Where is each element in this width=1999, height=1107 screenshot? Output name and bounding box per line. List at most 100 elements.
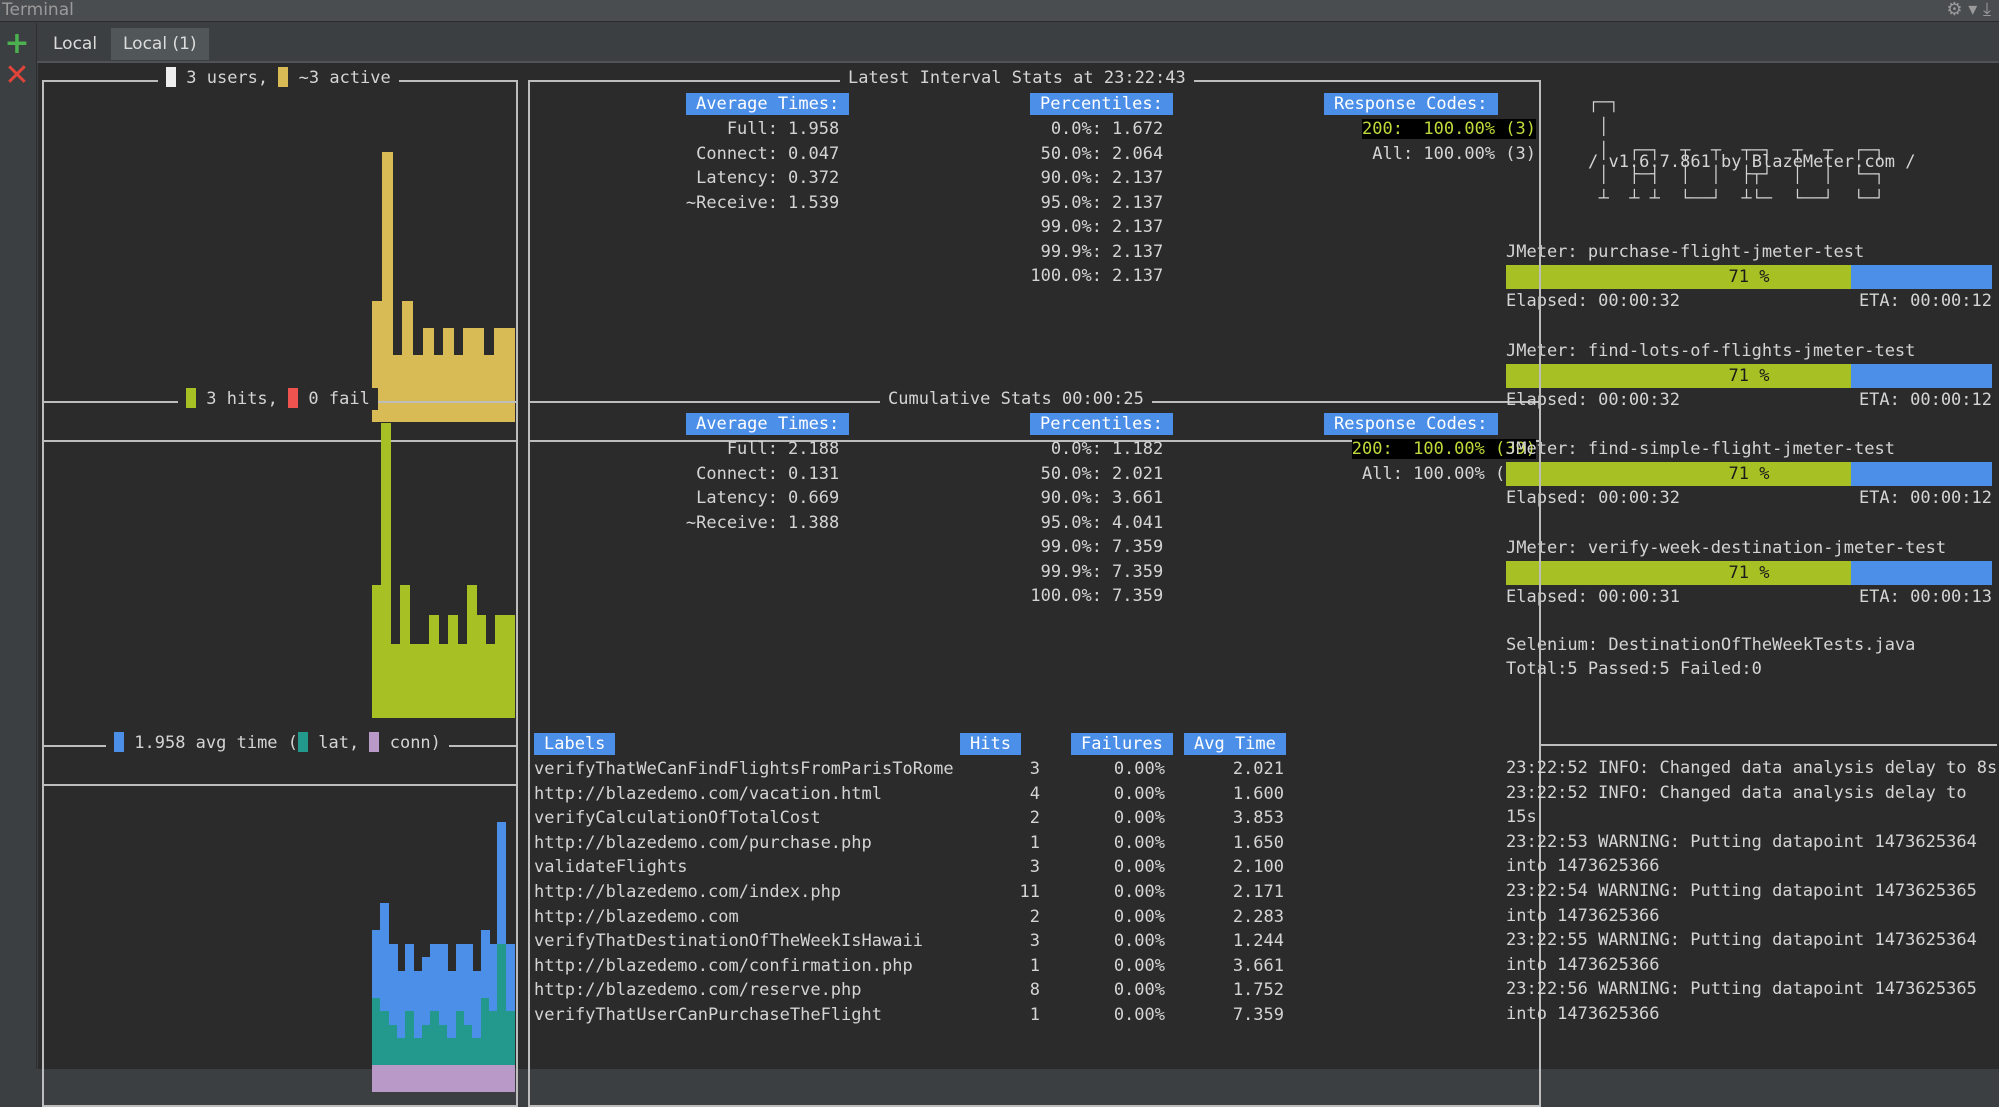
stat-value: 2.137 (1112, 168, 1164, 188)
stat-label: ~Receive: (685, 512, 778, 533)
latest-rc-header: Response Codes: (1324, 93, 1498, 115)
executor-name: JMeter: verify-week-destination-jmeter-t… (1506, 537, 1947, 558)
close-terminal-icon[interactable]: ✕ (4, 61, 30, 91)
stat-label: 0.0%: (1050, 119, 1102, 139)
table-row-failures: 0.00% (1113, 1005, 1165, 1025)
log-line: 23:22:52 INFO: Changed data analysis del… (1506, 758, 1998, 778)
active-count: ~3 active (298, 68, 391, 88)
avg-time-text: 1.958 avg time ( (134, 733, 299, 753)
table-row-avg-time: 1.650 (1232, 832, 1284, 853)
avg-swatch-icon (114, 732, 124, 752)
lat-swatch-icon (298, 732, 309, 752)
table-row-label: http://blazedemo.com/vacation.html (534, 783, 882, 804)
table-row-failures: 0.00% (1113, 955, 1165, 976)
table-row-label: verifyThatDestinationOfTheWeekIsHawaii (534, 931, 923, 952)
table-row-label: validateFlights (534, 857, 688, 878)
users-swatch-icon (166, 67, 176, 87)
stat-value: 2.137 (1112, 241, 1164, 262)
table-row-failures: 0.00% (1113, 931, 1165, 952)
response-code-row: 200: 100.00% (3) (1238, 118, 1536, 140)
log-line: 23:22:52 INFO: Changed data analysis del… (1506, 782, 1967, 803)
table-row-hits: 3 (1029, 931, 1040, 952)
users-chart-title: 3 users, ~3 active (158, 67, 399, 89)
hits-swatch-icon (186, 388, 196, 408)
table-row-avg-time: 2.171 (1232, 882, 1284, 902)
stat-value: 2.021 (1112, 463, 1164, 484)
stat-label: 99.0%: (1040, 217, 1102, 237)
hits-column-header: Hits (960, 733, 1021, 755)
executor-eta: ETA: 00:00:13 (1858, 586, 1992, 607)
table-row-failures: 0.00% (1113, 857, 1165, 878)
stat-label: Connect: (696, 463, 778, 484)
table-row-hits: 3 (1029, 759, 1040, 779)
executor-progress-bar: 71 % (1506, 462, 1992, 486)
tab-local-1[interactable]: Local (1) (111, 28, 209, 60)
latest-pct-header: Percentiles: (1030, 93, 1173, 115)
table-row-failures: 0.00% (1113, 808, 1165, 829)
log-line: 23:22:56 WARNING: Putting datapoint 1473… (1506, 979, 1977, 1000)
table-row-hits: 4 (1029, 783, 1040, 804)
executor-name: JMeter: find-simple-flight-jmeter-test (1506, 439, 1895, 459)
stat-value: 2.137 (1112, 217, 1164, 237)
stat-label: ~Receive: (685, 192, 778, 213)
latest-stats-title: Latest Interval Stats at 23:22:43 (840, 67, 1194, 89)
cumulative-avg-header: Average Times: (686, 413, 850, 435)
table-row-avg-time: 1.752 (1232, 980, 1284, 1001)
stat-label: 99.9%: (1040, 561, 1102, 582)
response-code-text: 200: 100.00% (3) (1362, 119, 1536, 139)
cumulative-pct-header: Percentiles: (1030, 413, 1173, 435)
table-row-avg-time: 2.283 (1232, 906, 1284, 927)
hits-chart-title: 3 hits, 0 fail (178, 388, 378, 410)
settings-gear-icon[interactable]: ⚙ ▾ ⤓ (1946, 0, 1991, 20)
conn-swatch-icon (369, 732, 380, 752)
stat-value: 1.672 (1112, 119, 1164, 139)
table-row-hits: 1 (1029, 1005, 1040, 1025)
executor-elapsed: Elapsed: 00:00:32 (1506, 488, 1680, 508)
table-row-label: http://blazedemo.com/purchase.php (534, 832, 872, 853)
table-row-label: http://blazedemo.com/index.php (534, 882, 842, 902)
stat-value: 4.041 (1112, 512, 1164, 533)
stat-label: 95.0%: (1040, 192, 1102, 213)
log-line: into 1473625366 (1506, 1004, 1660, 1024)
executor-name: JMeter: purchase-flight-jmeter-test (1506, 242, 1865, 262)
cumulative-stats-title: Cumulative Stats 00:00:25 (880, 388, 1152, 410)
table-row-failures: 0.00% (1113, 759, 1165, 779)
window-titlebar: Terminal ⚙ ▾ ⤓ (0, 0, 1999, 22)
table-row-label: verifyThatWeCanFindFlightsFromParisToRom… (534, 759, 954, 779)
executor-progress-bar: 71 % (1506, 363, 1992, 388)
terminal-output[interactable]: 3 users, ~3 active 3 hits, 0 fail 1.958 … (38, 63, 1999, 1107)
fail-swatch-icon (288, 388, 299, 408)
stat-label: 90.0%: (1040, 488, 1102, 508)
selenium-name: Selenium: DestinationOfTheWeekTests.java (1506, 635, 1916, 655)
fail-count: 0 fail (308, 389, 370, 409)
executor-progress-text: 71 % (1728, 267, 1770, 287)
cumulative-rc-header: Response Codes: (1324, 413, 1498, 435)
tab-local[interactable]: Local (41, 28, 109, 60)
stat-value: 1.539 (788, 192, 840, 213)
stat-value: 7.359 (1112, 537, 1164, 557)
latest-avg-header: Average Times: (686, 93, 850, 115)
selenium-summary: Total:5 Passed:5 Failed:0 (1506, 659, 1762, 679)
stat-label: Connect: (696, 143, 778, 164)
table-row-label: http://blazedemo.com/reserve.php (534, 980, 862, 1001)
executor-progress-text: 71 % (1728, 464, 1770, 484)
executor-elapsed: Elapsed: 00:00:32 (1506, 389, 1680, 410)
stat-label: 0.0%: (1050, 439, 1102, 459)
response-code-text: All: 100.00% (3) (1372, 143, 1536, 164)
stat-label: 95.0%: (1040, 512, 1102, 533)
log-line: 23:22:53 WARNING: Putting datapoint 1473… (1506, 831, 1977, 852)
table-row-failures: 0.00% (1113, 882, 1165, 902)
table-row-avg-time: 2.100 (1232, 857, 1284, 878)
executor-eta: ETA: 00:00:12 (1858, 389, 1992, 410)
stat-value: 0.372 (788, 168, 840, 188)
stat-value: 2.064 (1112, 143, 1164, 164)
log-line: 23:22:54 WARNING: Putting datapoint 1473… (1506, 881, 1977, 901)
table-row-failures: 0.00% (1113, 906, 1165, 927)
stat-value: 0.131 (788, 463, 840, 484)
log-divider (1541, 744, 1997, 746)
stat-label: 100.0%: (1030, 266, 1102, 286)
stat-label: 99.9%: (1040, 241, 1102, 262)
add-terminal-icon[interactable]: + (4, 29, 30, 59)
table-row-avg-time: 1.600 (1232, 783, 1284, 804)
active-swatch-icon (278, 67, 289, 87)
